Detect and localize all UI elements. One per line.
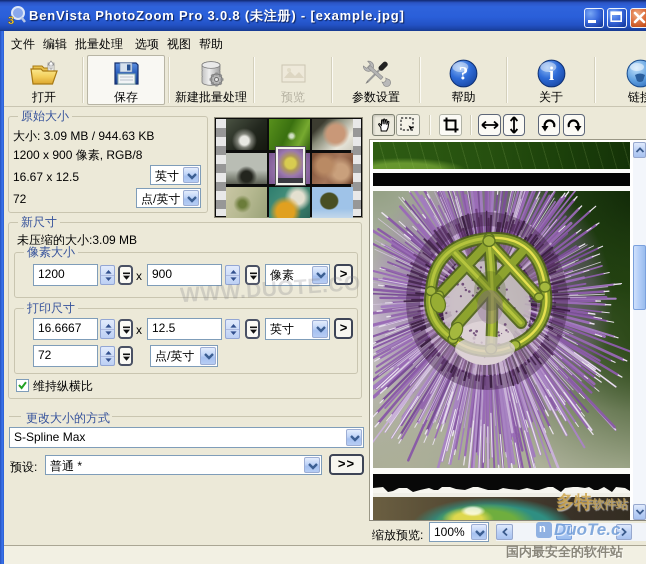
svg-text:3: 3 (8, 15, 14, 26)
svg-text:i: i (548, 64, 553, 85)
svg-text:?: ? (459, 64, 469, 85)
